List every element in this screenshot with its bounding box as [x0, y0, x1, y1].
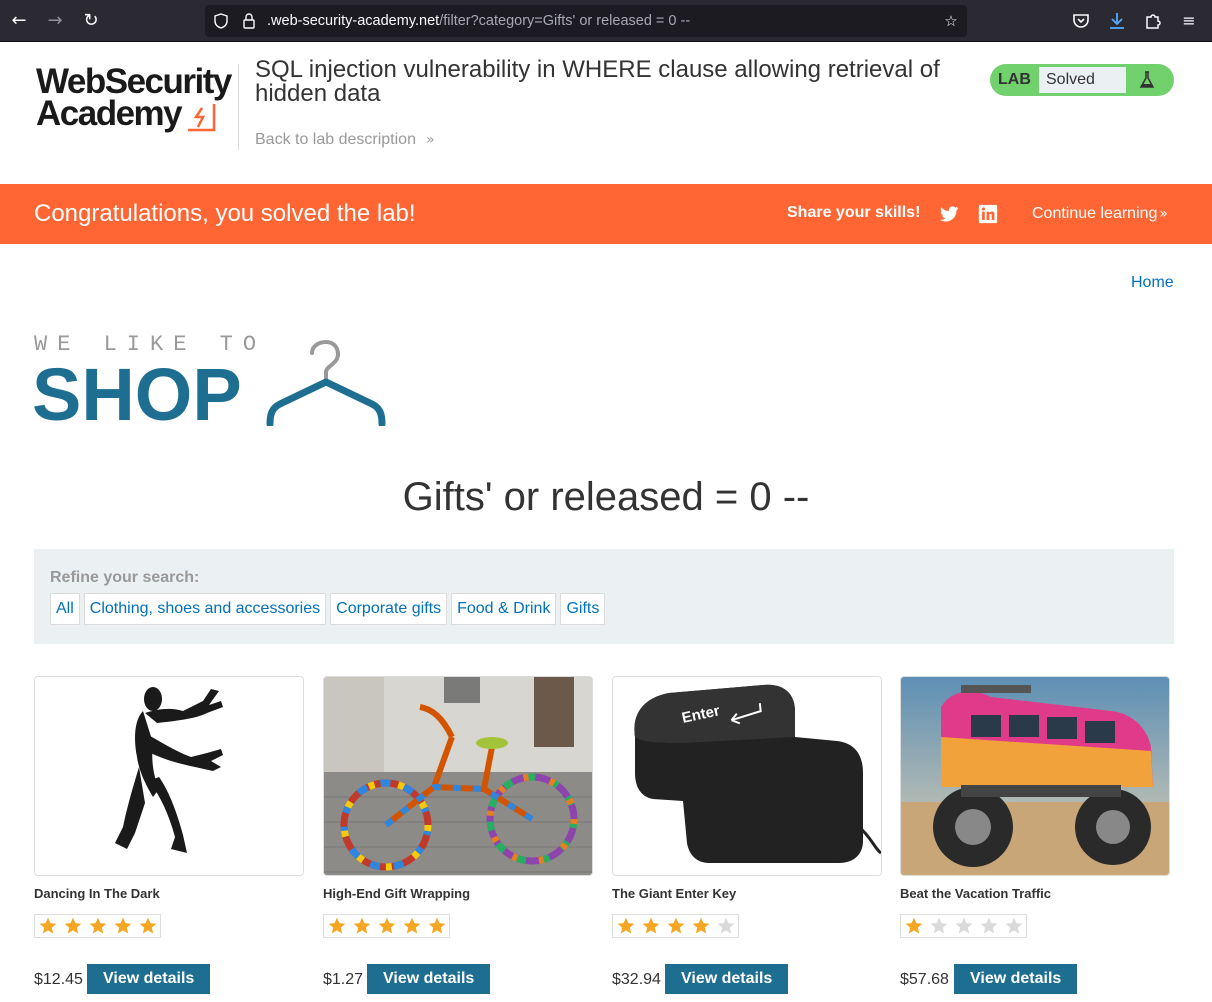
url-domain: .web-security-academy.net — [267, 13, 440, 29]
category-filter-all[interactable]: All — [50, 593, 80, 625]
star-filled-icon — [688, 915, 713, 937]
star-filled-icon — [135, 915, 160, 937]
star-filled-icon — [424, 915, 449, 937]
category-filter-clothing[interactable]: Clothing, shoes and accessories — [83, 593, 327, 625]
lab-status-widget: LAB Solved — [990, 64, 1174, 96]
logo-bolt-icon — [188, 104, 216, 132]
solved-banner: Congratulations, you solved the lab! Sha… — [0, 184, 1212, 244]
shop-logo: WE LIKE TO SHOP — [32, 334, 386, 432]
bookmark-star-icon[interactable]: ☆ — [941, 5, 961, 37]
star-filled-icon — [901, 915, 926, 937]
forward-arrow-icon[interactable]: → — [43, 9, 67, 33]
product-price: $1.27 — [323, 971, 364, 988]
star-filled-icon — [60, 915, 85, 937]
star-filled-icon — [110, 915, 135, 937]
view-details-button[interactable]: View details — [665, 964, 789, 994]
product-price: $57.68 — [900, 971, 949, 988]
view-details-button[interactable]: View details — [367, 964, 491, 994]
product-name: The Giant Enter Key — [612, 886, 737, 901]
product-price: $32.94 — [612, 971, 661, 988]
logo-text-line2: Academy — [36, 94, 183, 133]
category-filter-gifts[interactable]: Gifts — [560, 593, 606, 625]
star-filled-icon — [324, 915, 349, 937]
star-empty-icon — [976, 915, 1001, 937]
product-card: Enter The Giant Enter Key $32.94 View de… — [612, 676, 882, 994]
home-link[interactable]: Home — [1131, 274, 1174, 292]
product-image-dancing — [34, 676, 304, 876]
star-filled-icon — [374, 915, 399, 937]
star-rating — [612, 914, 739, 938]
back-arrow-icon[interactable]: ← — [7, 9, 31, 33]
star-empty-icon — [926, 915, 951, 937]
hanger-icon — [266, 339, 386, 426]
product-image-enter-key: Enter — [612, 676, 882, 876]
product-name: Dancing In The Dark — [34, 886, 160, 901]
product-price: $12.45 — [34, 971, 83, 988]
congratulations-message: Congratulations, you solved the lab! — [34, 200, 416, 227]
academy-logo[interactable]: WebSecurity Academy — [34, 64, 234, 134]
double-chevron-right-icon: » — [425, 132, 435, 148]
view-details-button[interactable]: View details — [87, 964, 211, 994]
share-skills-label: Share your skills! — [787, 204, 921, 221]
filter-panel: Refine your search: All Clothing, shoes … — [34, 549, 1174, 644]
refine-search-label: Refine your search: — [50, 569, 200, 586]
shield-icon[interactable] — [211, 5, 231, 37]
reload-icon[interactable]: ↻ — [79, 9, 103, 33]
lab-title: SQL injection vulnerability in WHERE cla… — [255, 56, 940, 107]
star-empty-icon — [1001, 915, 1026, 937]
product-card: Beat the Vacation Traffic $57.68 View de… — [900, 676, 1170, 994]
product-name: High-End Gift Wrapping — [323, 886, 471, 901]
twitter-icon[interactable] — [938, 203, 960, 225]
download-icon[interactable] — [1105, 9, 1129, 33]
back-to-lab-description-link[interactable]: Back to lab description » — [255, 131, 435, 149]
star-filled-icon — [399, 915, 424, 937]
lock-icon[interactable] — [239, 5, 259, 37]
header-divider — [238, 64, 239, 150]
category-filter-list: All Clothing, shoes and accessories Corp… — [50, 593, 606, 625]
star-filled-icon — [663, 915, 688, 937]
view-details-button[interactable]: View details — [954, 964, 1078, 994]
product-card: Dancing In The Dark $12.45 View details — [34, 676, 304, 994]
product-image-bicycle — [323, 676, 593, 876]
star-filled-icon — [85, 915, 110, 937]
star-rating — [900, 914, 1027, 938]
flask-icon — [1139, 71, 1155, 88]
back-link-label: Back to lab description — [255, 131, 416, 148]
continue-learning-link[interactable]: Continue learning» — [1032, 205, 1168, 223]
menu-icon[interactable]: ≡ — [1177, 9, 1201, 33]
star-filled-icon — [35, 915, 60, 937]
category-filter-corporate-gifts[interactable]: Corporate gifts — [330, 593, 448, 625]
star-filled-icon — [349, 915, 374, 937]
lab-status-value: Solved — [1038, 66, 1127, 94]
url-path: /filter?category=Gifts' or released = 0 … — [439, 13, 691, 29]
product-image-monster-van — [900, 676, 1170, 876]
lab-status-tag: LAB — [998, 71, 1031, 88]
star-rating — [34, 914, 161, 938]
star-filled-icon — [613, 915, 638, 937]
url-text[interactable]: .web-security-academy.net/filter?categor… — [267, 5, 690, 37]
star-rating — [323, 914, 450, 938]
double-chevron-right-icon: » — [1159, 206, 1168, 222]
continue-learning-label: Continue learning — [1032, 205, 1158, 222]
browser-toolbar: ← → ↻ .web-security-academy.net/filter?c… — [0, 0, 1212, 42]
star-empty-icon — [713, 915, 738, 937]
pocket-icon[interactable] — [1069, 9, 1093, 33]
linkedin-icon[interactable] — [977, 203, 999, 225]
star-filled-icon — [638, 915, 663, 937]
shop-logo-word: SHOP — [32, 353, 242, 436]
lab-header: WebSecurity Academy SQL injection vulner… — [0, 42, 1212, 184]
product-name: Beat the Vacation Traffic — [900, 886, 1051, 901]
category-filter-food-drink[interactable]: Food & Drink — [451, 593, 557, 625]
page-heading: Gifts' or released = 0 -- — [402, 475, 810, 519]
address-bar[interactable]: .web-security-academy.net/filter?categor… — [205, 5, 967, 37]
extensions-icon[interactable] — [1141, 9, 1165, 33]
star-empty-icon — [951, 915, 976, 937]
product-card: High-End Gift Wrapping $1.27 View detail… — [323, 676, 593, 994]
